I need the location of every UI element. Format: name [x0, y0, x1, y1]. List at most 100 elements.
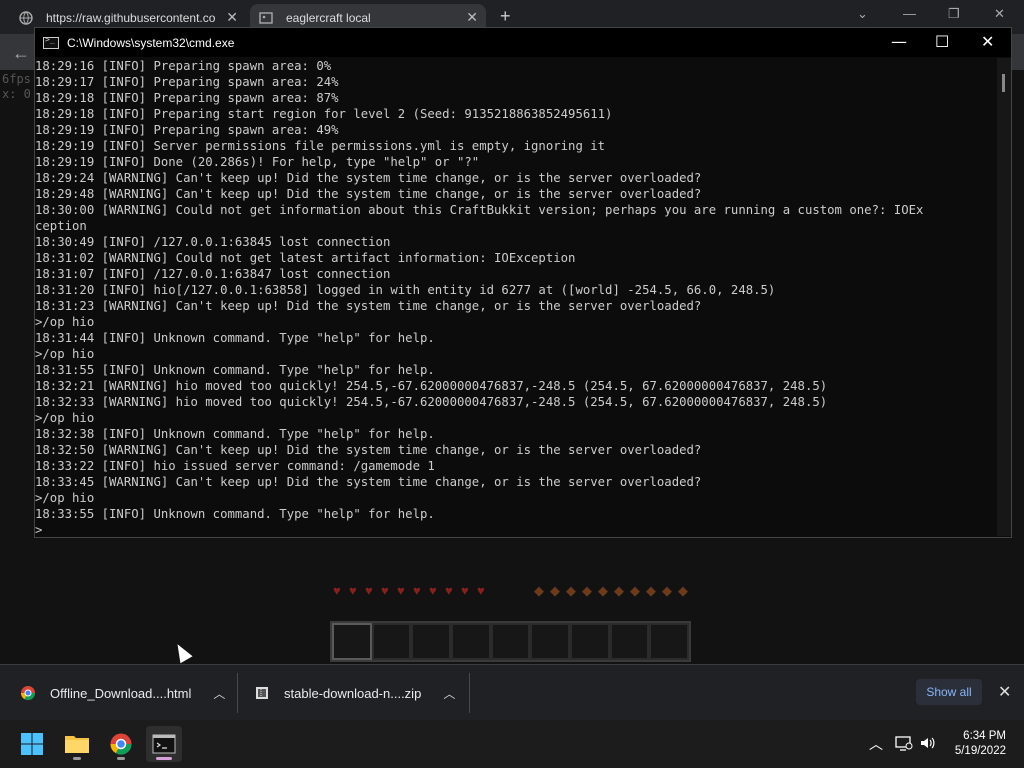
cmd-taskbar-button[interactable]: [146, 726, 182, 762]
coords-readout: x: 0: [2, 87, 31, 101]
divider: [237, 673, 238, 713]
volume-icon[interactable]: [919, 735, 937, 751]
download-item[interactable]: Offline_Download....html ︿: [20, 665, 225, 721]
console-line: 18:32:21 [WARNING] hio moved too quickly…: [35, 379, 828, 393]
show-all-button[interactable]: Show all: [916, 679, 982, 705]
console-line: 18:32:38 [INFO] Unknown command. Type "h…: [35, 427, 435, 441]
close-tab-icon[interactable]: ✕: [226, 9, 238, 26]
hotbar-slot[interactable]: [490, 623, 531, 660]
terminal-icon: [43, 35, 59, 49]
heart-icon: ♥: [381, 583, 389, 598]
console-line: 18:29:24 [WARNING] Can't keep up! Did th…: [35, 171, 702, 185]
console-line: 18:29:19 [INFO] Done (20.286s)! For help…: [35, 155, 480, 169]
network-icon[interactable]: [895, 735, 913, 751]
close-window-icon[interactable]: ✕: [981, 32, 994, 51]
console-line: 18:29:16 [INFO] Preparing spawn area: 0%: [35, 59, 332, 73]
heart-icon: ♥: [461, 583, 469, 598]
download-item[interactable]: stable-download-n....zip ︿: [254, 665, 455, 721]
system-clock[interactable]: 6:34 PM 5/19/2022: [944, 729, 1006, 759]
health-bar: ♥ ♥ ♥ ♥ ♥ ♥ ♥ ♥ ♥ ♥: [333, 583, 491, 598]
heart-icon: ♥: [477, 583, 485, 598]
hotbar-slot[interactable]: [451, 623, 491, 660]
drumstick-icon: ◆: [630, 583, 640, 598]
clock-time: 6:34 PM: [963, 730, 1006, 742]
chevron-up-icon[interactable]: ︿: [443, 685, 455, 702]
new-tab-icon[interactable]: +: [500, 6, 511, 27]
hunger-bar: ◆ ◆ ◆ ◆ ◆ ◆ ◆ ◆ ◆ ◆: [534, 583, 692, 598]
close-window-icon[interactable]: ✕: [994, 6, 1005, 22]
console-line: 18:29:48 [WARNING] Can't keep up! Did th…: [35, 187, 702, 201]
console-line: 18:32:50 [WARNING] Can't keep up! Did th…: [35, 443, 702, 457]
download-filename: Offline_Download....html: [50, 685, 192, 701]
clock-date: 5/19/2022: [954, 745, 1006, 757]
hotbar: [330, 621, 691, 662]
divider: [469, 673, 470, 713]
chrome-taskbar-button[interactable]: [103, 726, 139, 762]
hotbar-slot[interactable]: [649, 623, 690, 660]
hotbar-slot[interactable]: [570, 623, 610, 660]
console-line: 18:29:19 [INFO] Preparing spawn area: 49…: [35, 123, 339, 137]
drumstick-icon: ◆: [582, 583, 592, 598]
console-line: >/op hio: [35, 491, 95, 505]
heart-icon: ♥: [397, 583, 405, 598]
drumstick-icon: ◆: [646, 583, 656, 598]
console-line: 18:30:00 [WARNING] Could not get informa…: [35, 203, 924, 217]
terminal-icon: [152, 734, 176, 754]
console-line: >/op hio: [35, 411, 95, 425]
drumstick-icon: ◆: [550, 583, 560, 598]
maximize-icon[interactable]: ☐: [935, 32, 949, 51]
running-indicator: [156, 757, 172, 760]
file-explorer-button[interactable]: [59, 726, 95, 762]
console-line: 18:29:18 [INFO] Preparing spawn area: 87…: [35, 91, 339, 105]
console-line: 18:31:55 [INFO] Unknown command. Type "h…: [35, 363, 435, 377]
minimize-icon[interactable]: —: [891, 32, 907, 51]
console-line: >: [35, 523, 43, 536]
console-line: 18:30:49 [INFO] /127.0.0.1:63845 lost co…: [35, 235, 391, 249]
console-line: 18:31:23 [WARNING] Can't keep up! Did th…: [35, 299, 702, 313]
image-icon: [259, 12, 273, 24]
download-filename: stable-download-n....zip: [284, 685, 422, 701]
zip-file-icon: [256, 687, 268, 699]
cmd-window-title: C:\Windows\system32\cmd.exe: [67, 35, 235, 50]
console-scrollbar[interactable]: [997, 58, 1011, 536]
console-line: 18:31:02 [WARNING] Could not get latest …: [35, 251, 576, 265]
console-output[interactable]: 18:29:16 [INFO] Preparing spawn area: 0%…: [35, 58, 997, 536]
start-button[interactable]: [14, 726, 50, 762]
fps-readout: 6fps: [2, 72, 31, 86]
heart-icon: ♥: [413, 583, 421, 598]
windows-logo-icon: [21, 733, 43, 755]
scrollbar-thumb[interactable]: [1002, 74, 1005, 92]
console-line: 18:33:22 [INFO] hio issued server comman…: [35, 459, 435, 473]
heart-icon: ♥: [333, 583, 341, 598]
console-line: 18:31:07 [INFO] /127.0.0.1:63847 lost co…: [35, 267, 391, 281]
drumstick-icon: ◆: [678, 583, 688, 598]
heart-icon: ♥: [349, 583, 357, 598]
running-indicator: [73, 757, 81, 760]
heart-icon: ♥: [429, 583, 437, 598]
minimize-icon[interactable]: —: [903, 6, 916, 21]
console-line: 18:29:18 [INFO] Preparing start region f…: [35, 107, 613, 121]
drumstick-icon: ◆: [662, 583, 672, 598]
hotbar-slot[interactable]: [371, 623, 412, 660]
chevron-up-icon[interactable]: ︿: [869, 734, 883, 754]
console-line: 18:32:33 [WARNING] hio moved too quickly…: [35, 395, 828, 409]
hotbar-slot[interactable]: [609, 623, 650, 660]
drumstick-icon: ◆: [614, 583, 624, 598]
hotbar-slot[interactable]: [530, 623, 571, 660]
hotbar-slot[interactable]: [332, 623, 372, 660]
restore-icon[interactable]: ❐: [948, 6, 960, 22]
running-indicator: [117, 757, 125, 760]
cmd-titlebar[interactable]: C:\Windows\system32\cmd.exe — ☐ ✕: [35, 28, 1011, 57]
close-shelf-icon[interactable]: ✕: [998, 682, 1011, 702]
chevron-up-icon[interactable]: ︿: [213, 685, 225, 702]
close-tab-icon[interactable]: ✕: [466, 9, 478, 26]
console-line: ception: [35, 219, 87, 233]
console-line: >/op hio: [35, 315, 95, 329]
console-line: 18:33:55 [INFO] Unknown command. Type "h…: [35, 507, 435, 521]
browser-tab-title: https://raw.githubusercontent.co: [46, 11, 216, 25]
heart-icon: ♥: [365, 583, 373, 598]
back-arrow-icon[interactable]: ←: [12, 43, 30, 64]
chevron-down-icon[interactable]: ⌄: [857, 6, 868, 22]
globe-icon: [19, 11, 33, 25]
hotbar-slot[interactable]: [411, 623, 452, 660]
